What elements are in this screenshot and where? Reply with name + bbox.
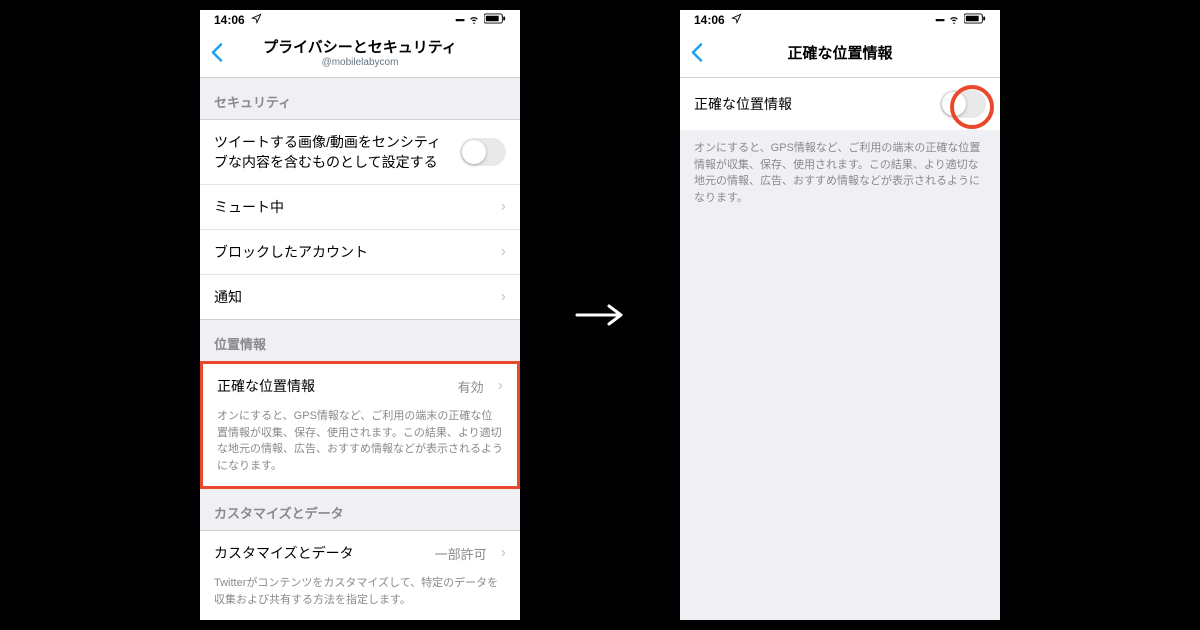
row-notify[interactable]: 通知 › — [200, 274, 520, 320]
row-customize-data[interactable]: カスタマイズとデータ 一部許可 › — [200, 530, 520, 575]
chevron-right-icon: › — [501, 288, 506, 306]
row-sensitive-media[interactable]: ツイートする画像/動画をセンシティブな内容を含むものとして設定する — [200, 119, 520, 184]
wifi-icon — [467, 12, 481, 29]
status-bar: 14:06 ▪▪▪▪ — [680, 10, 1000, 30]
dual-sim-icon: ▪▪▪▪ — [455, 15, 464, 25]
row-label: ブロックしたアカウント — [214, 242, 487, 262]
toggle-sensitive[interactable] — [460, 138, 506, 166]
page-title: プライバシーとセキュリティ — [263, 39, 457, 57]
back-button[interactable] — [210, 42, 224, 65]
row-value: 一部許可 — [435, 544, 487, 563]
nav-bar: プライバシーとセキュリティ @mobilelabycom — [200, 30, 520, 78]
row-description: オンにすると、GPS情報など、ご利用の端末の正確な位置情報が収集、保存、使用され… — [203, 408, 517, 486]
arrow-right-icon — [570, 303, 630, 327]
row-label: ツイートする画像/動画をセンシティブな内容を含むものとして設定する — [214, 132, 450, 172]
row-muted[interactable]: ミュート中 › — [200, 184, 520, 229]
row-precise-location[interactable]: 正確な位置情報 有効 › — [203, 364, 517, 408]
row-description: オンにすると、GPS情報など、ご利用の端末の正確な位置情報が収集、保存、使用され… — [680, 130, 1000, 218]
section-header-customize: カスタマイズとデータ — [200, 489, 520, 530]
page-title: 正確な位置情報 — [787, 45, 892, 63]
row-label: ミュート中 — [214, 197, 487, 217]
row-label: 正確な位置情報 — [694, 94, 930, 114]
highlight-circle — [950, 85, 994, 129]
battery-icon — [964, 13, 986, 27]
section-header-security: セキュリティ — [200, 78, 520, 119]
section-header-location: 位置情報 — [200, 320, 520, 361]
status-bar: 14:06 ▪▪▪▪ — [200, 10, 520, 30]
row-value: 有効 — [458, 377, 484, 396]
chevron-right-icon: › — [501, 243, 506, 261]
page-subtitle: @mobilelabycom — [263, 57, 457, 69]
row-description: Twitterがコンテンツをカスタマイズして、特定のデータを収集および共有する方… — [200, 575, 520, 620]
row-blocked[interactable]: ブロックしたアカウント › — [200, 229, 520, 274]
nav-bar: 正確な位置情報 — [680, 30, 1000, 78]
back-button[interactable] — [690, 42, 704, 65]
status-time: 14:06 — [214, 13, 245, 27]
highlight-precise-location: 正確な位置情報 有効 › オンにすると、GPS情報など、ご利用の端末の正確な位置… — [200, 361, 520, 489]
dual-sim-icon: ▪▪▪▪ — [935, 15, 944, 25]
phone-left: 14:06 ▪▪▪▪ プライバシーとセキュリティ @mobilelabycom … — [200, 10, 520, 620]
row-label: 通知 — [214, 287, 487, 307]
row-label: カスタマイズとデータ — [214, 543, 425, 563]
row-label: 正確な位置情報 — [217, 376, 448, 396]
phone-right: 14:06 ▪▪▪▪ 正確な位置情報 正確な位置情報 オンにすると、GP — [680, 10, 1000, 620]
status-time: 14:06 — [694, 13, 725, 27]
chevron-right-icon: › — [501, 544, 506, 562]
battery-icon — [484, 13, 506, 27]
wifi-icon — [947, 12, 961, 29]
chevron-right-icon: › — [501, 198, 506, 216]
chevron-right-icon: › — [498, 377, 503, 395]
location-arrow-icon — [251, 13, 262, 27]
location-arrow-icon — [731, 13, 742, 27]
